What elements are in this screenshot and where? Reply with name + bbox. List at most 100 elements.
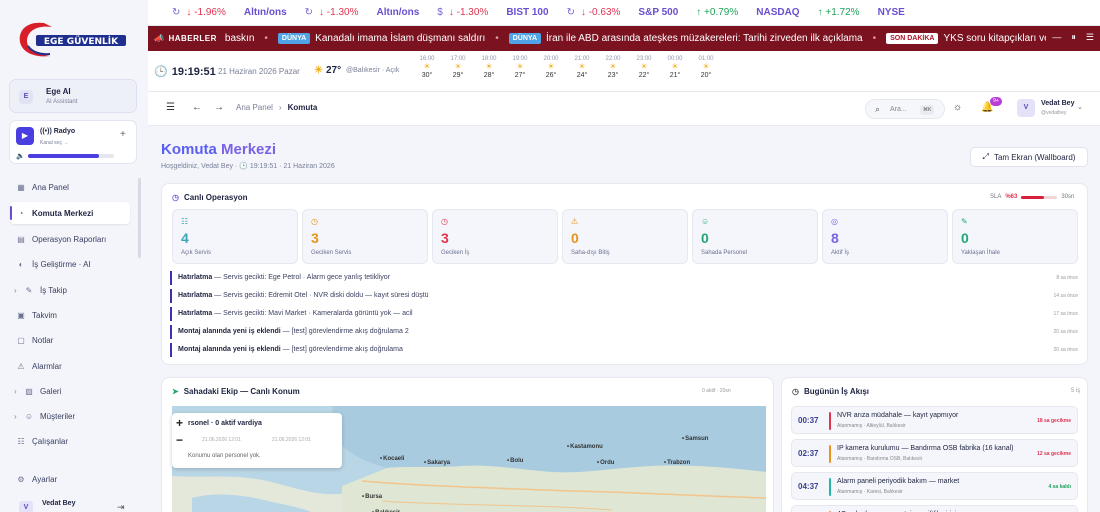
header-avatar[interactable]: V — [1017, 99, 1035, 117]
news-tag: DÜNYA — [277, 33, 311, 44]
job-item[interactable]: 4G solar kamera montajı — çiftlik girişi — [791, 505, 1078, 512]
ticker-item[interactable]: ↻ ↓ -1.96% Altın/ons — [172, 7, 287, 18]
job-item[interactable]: 02:37 IP kamera kurulumu — Bandırma OSB f… — [791, 439, 1078, 467]
job-time: 04:37 — [798, 482, 819, 491]
add-channel-button[interactable]: + — [120, 129, 126, 140]
panel-title: ◷ Canlı Operasyon — [172, 193, 248, 202]
forecast-hour: 22:00 ☀ 23° — [598, 56, 628, 79]
sidebar-item-3[interactable]: ◐ İş Geliştirme · AI — [10, 253, 130, 275]
forecast-temp: 26° — [545, 72, 557, 79]
shortcut-hint: ⌘K — [920, 105, 935, 115]
city-label: Kastamonu — [567, 444, 603, 450]
sidebar-item-9[interactable]: › ☺ Müşteriler — [10, 405, 130, 427]
job-status-bar — [829, 478, 831, 496]
menu-icon[interactable]: ☰ — [166, 102, 175, 113]
sidebar-user[interactable]: V Vedat Bey ⇥ — [9, 495, 137, 512]
ticker-change: ↑ +1.72% — [817, 7, 860, 18]
sidebar-item-0[interactable]: ▦ Ana Panel — [10, 176, 130, 198]
ai-assistant-card[interactable]: E Ege AI AI Assistant — [9, 79, 137, 113]
job-item[interactable]: 00:37 NVR arıza müdahale — kayıt yapmıyor… — [791, 406, 1078, 434]
sidebar-scrollbar[interactable] — [138, 178, 141, 258]
job-count: 5 iş — [1071, 388, 1081, 394]
sidebar-item-7[interactable]: ⚠ Alarmlar — [10, 355, 130, 377]
kpi-value: 8 — [831, 230, 839, 246]
kpi-card[interactable]: ◎ 8 Aktif İş — [822, 209, 948, 264]
theme-sun-icon[interactable]: ☼ — [953, 102, 962, 113]
zoom-in-button[interactable]: + — [176, 416, 183, 430]
ticker-name: Altın/ons — [376, 7, 420, 18]
forecast-temp: 21° — [669, 72, 681, 79]
alert-row[interactable]: Montaj alanında yeni iş eklendi — [test]… — [170, 325, 1080, 339]
news-item[interactable]: DÜNYA Kanadalı imama İslam düşmanı saldır… — [277, 33, 485, 44]
channel-select-link[interactable]: Kanal seç → — [40, 140, 68, 146]
forecast-temp: 29° — [452, 72, 464, 79]
forecast-temp: 30° — [421, 72, 433, 79]
ticker-item[interactable]: ↻ ↓ -0.63% S&P 500 — [567, 7, 679, 18]
wallboard-button[interactable]: ⤢ Tam Ekran (Wallboard) — [970, 147, 1088, 167]
chevron-down-icon[interactable]: ⌄ — [1077, 103, 1083, 111]
kpi-card[interactable]: ⚠ 0 Saha-dışı Bitiş — [562, 209, 688, 264]
nav-icon: ☷ — [17, 436, 25, 446]
city-label: Trabzon — [664, 460, 690, 466]
alert-row[interactable]: Hatırlatma — Servis gecikti: Mavi Market… — [170, 307, 1080, 321]
ticker-item[interactable]: $ ↓ -1.30% BIST 100 — [437, 7, 548, 18]
ticker-item[interactable]: ↑ +1.72% NYSE — [818, 7, 905, 18]
logout-icon[interactable]: ⇥ — [117, 502, 125, 512]
ticker-item[interactable]: ↻ ↓ -1.30% Altın/ons — [305, 7, 420, 18]
ticker-change: ↓ -1.30% — [448, 7, 489, 18]
job-item[interactable]: 04:37 Alarm paneli periyodik bakım — mark… — [791, 472, 1078, 500]
ai-name: Ege AI — [46, 87, 71, 96]
sidebar-item-2[interactable]: ▤ Operasyon Raporları — [10, 228, 130, 250]
ticker-item[interactable]: ↑ +0.79% NASDAQ — [696, 7, 799, 18]
sidebar-item-11[interactable]: ⚙ Ayarlar — [10, 468, 130, 490]
sidebar-item-4[interactable]: › ✎ İş Takip — [10, 279, 130, 301]
sidebar-item-5[interactable]: ▣ Takvim — [10, 304, 130, 326]
city-label: Samsun — [682, 436, 708, 442]
kpi-icon: ✎ — [961, 217, 968, 226]
alert-title: Hatırlatma — [178, 274, 213, 281]
news-separator: • — [872, 33, 877, 44]
zoom-out-button[interactable]: − — [176, 433, 183, 447]
news-tag: DÜNYA — [508, 33, 541, 44]
kpi-card[interactable]: ◷ 3 Geciken İş — [432, 209, 558, 264]
chevron-right-icon: › — [14, 411, 17, 421]
list-icon[interactable]: ☰ — [1086, 32, 1094, 43]
back-arrow-icon[interactable]: ← — [192, 102, 202, 113]
alert-row[interactable]: Hatırlatma — Servis gecikti: Edremit Ote… — [170, 289, 1080, 303]
alert-row[interactable]: Montaj alanında yeni iş eklendi — [test]… — [170, 343, 1080, 357]
alert-title: Hatırlatma — [178, 310, 213, 317]
sidebar-item-6[interactable]: ▢ Notlar — [10, 329, 130, 351]
kpi-card[interactable]: ◷ 3 Geciken Servis — [302, 209, 428, 264]
sla-fill — [1021, 195, 1045, 199]
pause-icon[interactable]: ⏸ — [1071, 32, 1076, 43]
sidebar-item-10[interactable]: ☷ Çalışanlar — [10, 430, 130, 452]
sun-icon: ☀ — [454, 62, 462, 71]
kpi-icon: ◎ — [831, 217, 838, 226]
kpi-card[interactable]: ✎ 0 Yaklaşan İhale — [952, 209, 1078, 264]
news-item[interactable]: baskın — [225, 33, 254, 44]
news-text: İran ile ABD arasında ateşkes müzakerele… — [546, 33, 863, 44]
kpi-card[interactable]: ☷ 4 Açık Servis — [172, 209, 298, 264]
alert-title: Montaj alanında yeni iş eklendi — [178, 328, 281, 335]
sidebar-item-label: Çalışanlar — [32, 436, 69, 446]
clock-icon: 🕒 — [154, 66, 168, 78]
play-button[interactable]: ▶ — [16, 127, 34, 145]
alert-row[interactable]: Hatırlatma — Servis gecikti: Ege Petrol … — [170, 271, 1080, 285]
job-meta: Atanmamış · Altieylül, Balıkesir — [837, 423, 906, 429]
minimize-icon[interactable]: — — [1052, 32, 1061, 43]
sidebar-item-label: Notlar — [32, 335, 54, 345]
forecast-temp: 20° — [700, 72, 712, 79]
volume-slider[interactable] — [28, 154, 114, 158]
market-icon: $ — [437, 7, 443, 18]
sidebar-item-1[interactable]: ◔ Komuta Merkezi — [10, 202, 130, 224]
sidebar-item-8[interactable]: › ▨ Galeri — [10, 380, 130, 402]
breadcrumb-parent[interactable]: Ana Panel — [236, 103, 273, 112]
news-item[interactable]: DÜNYA İran ile ABD arasında ateşkes müzak… — [508, 33, 863, 44]
alert-time: 8 sa önce — [1056, 275, 1078, 281]
job-delay: 4 sa kaldı — [1048, 484, 1071, 490]
kpi-card[interactable]: ☺ 0 Sahada Personel — [692, 209, 818, 264]
header-user-name[interactable]: Vedat Bey — [1041, 100, 1074, 107]
search-box[interactable]: ⌕ Ara... ⌘K — [865, 99, 945, 119]
ticker-name: NASDAQ — [756, 7, 800, 18]
forward-arrow-icon[interactable]: → — [214, 102, 224, 113]
